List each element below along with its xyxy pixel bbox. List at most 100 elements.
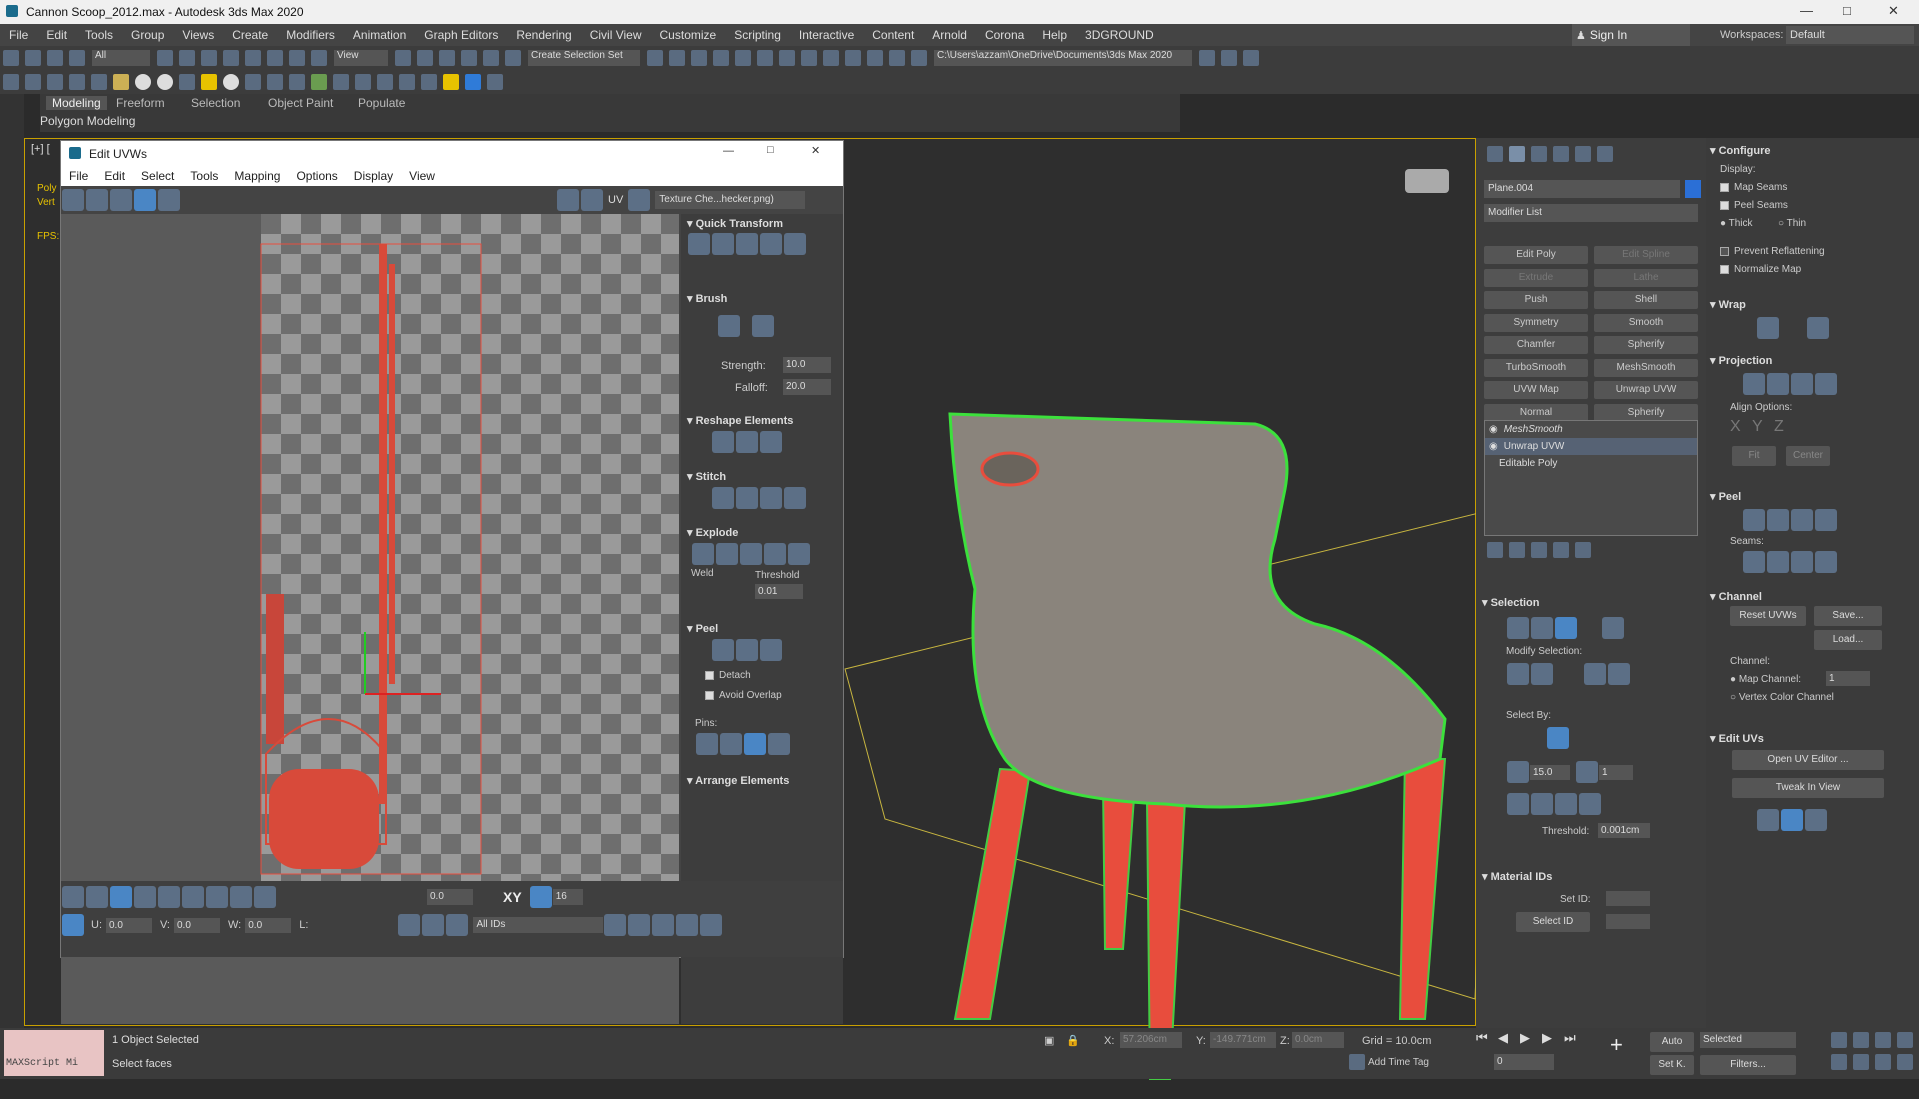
help-icon[interactable] xyxy=(399,74,415,90)
previous-frame-icon[interactable]: ◀ xyxy=(1498,1030,1520,1046)
refresh-icon[interactable] xyxy=(421,74,437,90)
freeze-icon[interactable] xyxy=(446,914,469,936)
uv-grid-icon[interactable] xyxy=(581,189,603,211)
chair-leg-front-left[interactable] xyxy=(953,767,1032,1020)
chair-model[interactable] xyxy=(825,259,1485,1099)
vertex-mode-icon[interactable] xyxy=(62,886,84,908)
uv-scale-icon[interactable] xyxy=(110,189,132,211)
element-mode-icon[interactable] xyxy=(134,886,156,908)
arnold-render-icon[interactable] xyxy=(889,50,905,66)
peel-rollout[interactable]: ▾ Peel xyxy=(1710,490,1741,503)
sphere-icon[interactable] xyxy=(135,74,151,90)
menu-scripting[interactable]: Scripting xyxy=(725,24,790,46)
utilities-tab-icon[interactable] xyxy=(1597,146,1613,162)
modifier-button-shell[interactable]: Shell xyxy=(1594,291,1698,309)
thin-radio[interactable]: ○ Thin xyxy=(1778,218,1806,229)
orbit-icon[interactable] xyxy=(1875,1054,1891,1070)
curve-editor-icon[interactable] xyxy=(757,50,773,66)
render-icon[interactable] xyxy=(355,74,371,90)
uv-island-strip[interactable] xyxy=(379,244,387,804)
cylindrical-map-icon[interactable] xyxy=(1767,373,1789,395)
undo-icon[interactable] xyxy=(3,50,19,66)
render-production-icon[interactable] xyxy=(867,50,883,66)
hierarchy-tab-icon[interactable] xyxy=(1531,146,1547,162)
select-manipulate-icon[interactable] xyxy=(417,50,433,66)
fit-button[interactable]: Fit xyxy=(1732,446,1776,466)
uv-freeform-icon[interactable] xyxy=(134,189,156,211)
chair-leg-back-right[interactable] xyxy=(1398,758,1447,1020)
quick-planar-icon[interactable] xyxy=(1757,809,1779,831)
menu-file[interactable]: File xyxy=(0,24,37,46)
vertex-subobject-icon[interactable] xyxy=(1507,617,1529,639)
current-frame-input[interactable]: 0 xyxy=(1494,1054,1554,1070)
zoom-icon[interactable] xyxy=(1831,1032,1847,1048)
angle-snap-icon[interactable] xyxy=(461,50,477,66)
uv-rotate-icon[interactable] xyxy=(86,189,108,211)
avoid-overlap-check[interactable] xyxy=(705,690,714,700)
z-coord-input[interactable]: 0.0cm xyxy=(1292,1032,1344,1048)
snaps-toggle-icon[interactable] xyxy=(439,50,455,66)
fb-icon[interactable] xyxy=(465,74,481,90)
smoothing-count-input[interactable]: 1 xyxy=(1599,764,1633,780)
next-frame-icon[interactable]: ▶ xyxy=(1542,1030,1564,1046)
configure-rollout[interactable]: ▾ Configure xyxy=(1710,144,1771,157)
uv-island-strip-2[interactable] xyxy=(389,264,395,684)
align-vertical-icon[interactable] xyxy=(712,233,734,255)
center-button[interactable]: Center xyxy=(1786,446,1830,466)
workspace-dropdown[interactable]: Default xyxy=(1786,26,1914,44)
grid-icon[interactable] xyxy=(245,74,261,90)
zoom-extents-icon[interactable] xyxy=(1875,1032,1891,1048)
menu-customize[interactable]: Customize xyxy=(651,24,726,46)
ribbon-toggle-icon[interactable] xyxy=(735,50,751,66)
lock-icon[interactable] xyxy=(398,914,421,936)
loop-icon[interactable] xyxy=(206,886,228,908)
uv-close-icon[interactable]: ✕ xyxy=(811,144,820,157)
schematic-view-icon[interactable] xyxy=(779,50,795,66)
foliage-icon[interactable] xyxy=(311,74,327,90)
uv-checker-grid[interactable] xyxy=(61,214,679,881)
modifier-button-smooth[interactable]: Smooth xyxy=(1594,313,1698,332)
shrink-selection-icon[interactable] xyxy=(182,886,204,908)
quick-planar-align-icon[interactable] xyxy=(1805,809,1827,831)
make-unique-icon[interactable] xyxy=(1531,542,1547,558)
modifier-button-spherify[interactable]: Spherify xyxy=(1594,403,1698,422)
menu-animation[interactable]: Animation xyxy=(344,24,415,46)
align-linear-icon[interactable] xyxy=(736,233,758,255)
material-editor-icon[interactable] xyxy=(801,50,817,66)
menu-corona[interactable]: Corona xyxy=(976,24,1033,46)
stack-item-editable-poly[interactable]: Editable Poly xyxy=(1485,455,1697,472)
eye-icon[interactable]: ◉ xyxy=(1489,424,1498,435)
uv-coordinates-label[interactable]: UV xyxy=(608,194,623,206)
angle-input[interactable]: 0.0 xyxy=(427,889,473,905)
soft-selection-icon[interactable] xyxy=(254,886,276,908)
peel-seams-checkbox[interactable]: Peel Seams xyxy=(1720,200,1788,211)
y-coord-input[interactable]: -149.771cm xyxy=(1210,1032,1276,1048)
align-icon[interactable] xyxy=(669,50,685,66)
help-icon[interactable] xyxy=(700,914,723,936)
material-icon[interactable] xyxy=(333,74,349,90)
grid-count-input[interactable]: 16 xyxy=(552,889,583,905)
quick-transform-section[interactable]: ▾ Quick Transform xyxy=(687,217,783,230)
modify-tab-icon[interactable] xyxy=(1509,146,1525,162)
u-input[interactable]: 0.0 xyxy=(106,917,152,933)
layer-explorer-icon[interactable] xyxy=(713,50,729,66)
modifier-button-symmetry[interactable]: Symmetry xyxy=(1484,313,1588,332)
mirror-icon[interactable] xyxy=(647,50,663,66)
explode-section[interactable]: ▾ Explode xyxy=(687,526,738,539)
quick-planar-active-icon[interactable] xyxy=(1781,809,1803,831)
explode-by-smoothing-icon[interactable] xyxy=(692,543,714,565)
quick-peel-icon[interactable] xyxy=(712,639,734,661)
window-crossing-icon[interactable] xyxy=(223,50,239,66)
space-horizontal-icon[interactable] xyxy=(784,233,806,255)
mirror-z-icon[interactable] xyxy=(1579,793,1601,815)
ribbon-icon-4[interactable] xyxy=(69,74,85,90)
pin-stack-icon[interactable] xyxy=(1487,542,1503,558)
prevent-reflattening-checkbox[interactable]: Prevent Reflattening xyxy=(1720,246,1825,257)
modifier-button-push[interactable]: Push xyxy=(1484,291,1588,309)
unfold-mapping-icon[interactable] xyxy=(1807,317,1829,339)
set-key-icon[interactable]: + xyxy=(1610,1032,1623,1058)
plugin-icon[interactable] xyxy=(487,74,503,90)
uv-maximize-icon[interactable]: □ xyxy=(767,144,774,156)
select-id-button[interactable]: Select ID xyxy=(1516,912,1590,932)
load-uvws-button[interactable]: Load... xyxy=(1814,630,1882,650)
